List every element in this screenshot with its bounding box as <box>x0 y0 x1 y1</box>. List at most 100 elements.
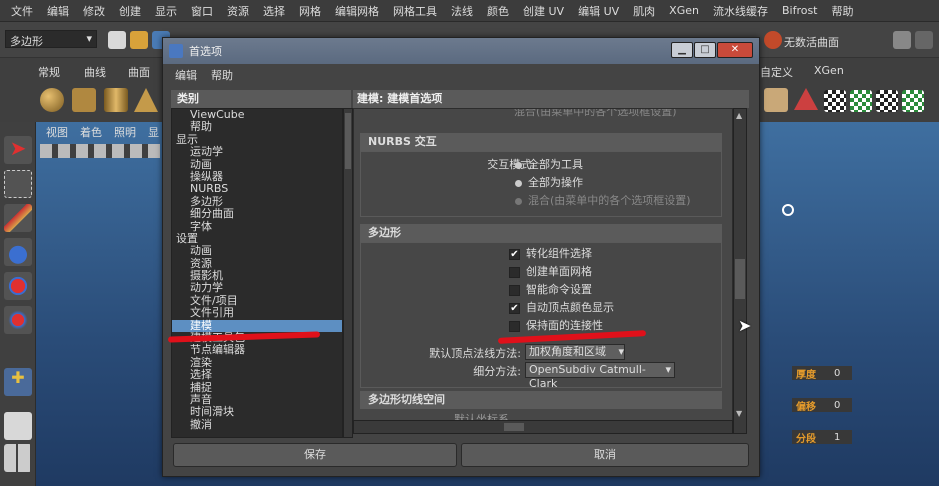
dialog-titlebar[interactable]: 首选项 ▁ □ ✕ <box>163 38 759 64</box>
category-item[interactable]: 运动学 <box>172 145 342 158</box>
category-item[interactable]: 动画 <box>172 244 342 257</box>
checkbox-row[interactable]: ✔ 自动顶点颜色显示 <box>509 299 614 317</box>
cube-icon[interactable] <box>72 88 96 112</box>
layout-four-icon[interactable] <box>4 444 32 472</box>
checkbox-icon[interactable] <box>509 266 520 278</box>
menu-item[interactable]: 文件 <box>4 3 40 19</box>
menu-item[interactable]: 显示 <box>148 3 184 19</box>
menu-item[interactable]: 选择 <box>256 3 292 19</box>
menu-item[interactable]: 网格工具 <box>386 3 444 19</box>
menu-item[interactable]: 肌肉 <box>626 3 662 19</box>
dialog-menu-help[interactable]: 帮助 <box>211 67 233 83</box>
category-item[interactable]: 细分曲面 <box>172 207 342 220</box>
render-settings-icon[interactable] <box>915 31 933 49</box>
select-tool-icon[interactable]: ➤ <box>4 136 32 164</box>
scroll-up-icon[interactable]: ▲ <box>736 111 742 120</box>
category-list[interactable]: ViewCube 帮助 显示 运动学 动画 操纵器 NURBS 多边形 细分曲面 字体 设置 动画 资源… <box>171 108 343 438</box>
rotate-tool-icon[interactable] <box>4 272 32 300</box>
menu-item[interactable]: 流水线缓存 <box>706 3 775 19</box>
paint-select-icon[interactable] <box>4 204 32 232</box>
settings-scrollbar[interactable]: ▲ ▼ <box>733 108 747 434</box>
channel-value[interactable]: 0 <box>834 368 840 379</box>
shelf-tab-curves[interactable]: 曲线 <box>76 64 114 80</box>
category-item[interactable]: 选择 <box>172 368 342 381</box>
viewport-menu-view[interactable]: 视图 <box>46 124 68 142</box>
open-scene-icon[interactable] <box>130 31 148 49</box>
category-item[interactable]: 时间滑块 <box>172 405 342 418</box>
checkbox-row[interactable]: 创建单面网格 <box>509 263 592 281</box>
shelf-tab-xgen[interactable]: XGen <box>806 64 852 80</box>
menu-item[interactable]: 编辑网格 <box>328 3 386 19</box>
uv-layout-icon[interactable] <box>876 90 898 112</box>
scroll-down-icon[interactable]: ▼ <box>736 409 742 418</box>
new-scene-icon[interactable] <box>108 31 126 49</box>
category-item[interactable]: NURBS <box>172 182 342 195</box>
maximize-icon[interactable]: □ <box>694 42 716 58</box>
cylinder-icon[interactable] <box>104 88 128 112</box>
checkbox-row[interactable]: ✔ 转化组件选择 <box>509 245 592 263</box>
radio-hybrid[interactable]: 混合(由菜单中的各个选项框设置) <box>515 192 691 210</box>
category-item[interactable]: 动力学 <box>172 282 342 295</box>
sphere-icon[interactable] <box>40 88 64 112</box>
viewport-menu-show[interactable]: 显 <box>148 124 159 142</box>
menu-item[interactable]: XGen <box>662 4 706 17</box>
section-poly-tangent-header[interactable]: 多边形切线空间 <box>360 391 722 409</box>
shelf-tab-general[interactable]: 常规 <box>30 64 68 80</box>
cancel-button[interactable]: 取消 <box>461 443 749 467</box>
category-item[interactable]: 帮助 <box>172 120 342 133</box>
category-item[interactable]: 撤消 <box>172 418 342 431</box>
category-scrollbar[interactable] <box>343 108 353 438</box>
hscroll-thumb[interactable] <box>504 423 524 431</box>
magnet-icon[interactable] <box>764 31 782 49</box>
normal-method-select[interactable]: 加权角度和区域 ▾ <box>525 344 625 360</box>
menu-item[interactable]: 帮助 <box>825 3 861 19</box>
checkmark-icon[interactable]: ✔ <box>509 302 520 314</box>
settings-hscrollbar[interactable] <box>353 420 733 434</box>
dialog-menu-edit[interactable]: 编辑 <box>175 67 197 83</box>
menu-item[interactable]: 资源 <box>220 3 256 19</box>
mode-selector[interactable]: 多边形 ▾ <box>5 30 97 48</box>
cone-icon[interactable] <box>134 88 158 112</box>
category-scroll-thumb[interactable] <box>345 113 351 169</box>
channel-value[interactable]: 1 <box>834 432 840 443</box>
shelf-tab-surfaces[interactable]: 曲面 <box>120 64 158 80</box>
menu-item[interactable]: 编辑 UV <box>571 3 626 19</box>
menu-item[interactable]: 创建 UV <box>516 3 571 19</box>
manipulator-icon[interactable]: ✚ <box>4 368 32 396</box>
subdiv-method-select[interactable]: OpenSubdiv Catmull-Clark ▾ <box>525 362 675 390</box>
scale-tool-icon[interactable] <box>4 306 32 334</box>
checkbox-icon[interactable] <box>509 320 520 332</box>
checkmark-icon[interactable]: ✔ <box>509 248 520 260</box>
menu-item[interactable]: 颜色 <box>480 3 516 19</box>
menu-item[interactable]: 编辑 <box>40 3 76 19</box>
minimize-icon[interactable]: ▁ <box>671 42 693 58</box>
uv-checker-icon[interactable] <box>850 90 872 112</box>
uv-unfold-icon[interactable] <box>902 90 924 112</box>
category-item[interactable]: 文件引用 <box>172 306 342 319</box>
viewport-toolbar-icons[interactable] <box>40 144 160 158</box>
checkbox-row[interactable]: 智能命令设置 <box>509 281 592 299</box>
menu-item[interactable]: 修改 <box>76 3 112 19</box>
menu-item[interactable]: 窗口 <box>184 3 220 19</box>
radio-all-tools[interactable]: 全部为工具 <box>515 156 583 174</box>
menu-item[interactable]: 创建 <box>112 3 148 19</box>
menu-item[interactable]: 网格 <box>292 3 328 19</box>
checker-tool-icon[interactable] <box>824 90 846 112</box>
menu-item[interactable]: 法线 <box>444 3 480 19</box>
menu-item[interactable]: Bifrost <box>775 4 825 17</box>
viewport-menu-lighting[interactable]: 照明 <box>114 124 136 142</box>
move-tool-icon[interactable] <box>4 238 32 266</box>
pyramid-icon[interactable] <box>794 88 818 110</box>
plane-tool-icon[interactable] <box>764 88 788 112</box>
save-button[interactable]: 保存 <box>173 443 457 467</box>
layout-single-icon[interactable] <box>4 412 32 440</box>
lasso-tool-icon[interactable] <box>4 170 32 198</box>
close-icon[interactable]: ✕ <box>717 42 753 58</box>
viewport-menu-shading[interactable]: 着色 <box>80 124 102 142</box>
settings-scroll-thumb[interactable] <box>735 259 745 299</box>
radio-all-operations[interactable]: 全部为操作 <box>515 174 583 192</box>
section-nurbs-header[interactable]: NURBS 交互 <box>360 133 722 151</box>
channel-value[interactable]: 0 <box>834 400 840 411</box>
section-polygons-header[interactable]: 多边形 <box>360 224 722 242</box>
category-item[interactable]: 节点编辑器 <box>172 344 342 357</box>
